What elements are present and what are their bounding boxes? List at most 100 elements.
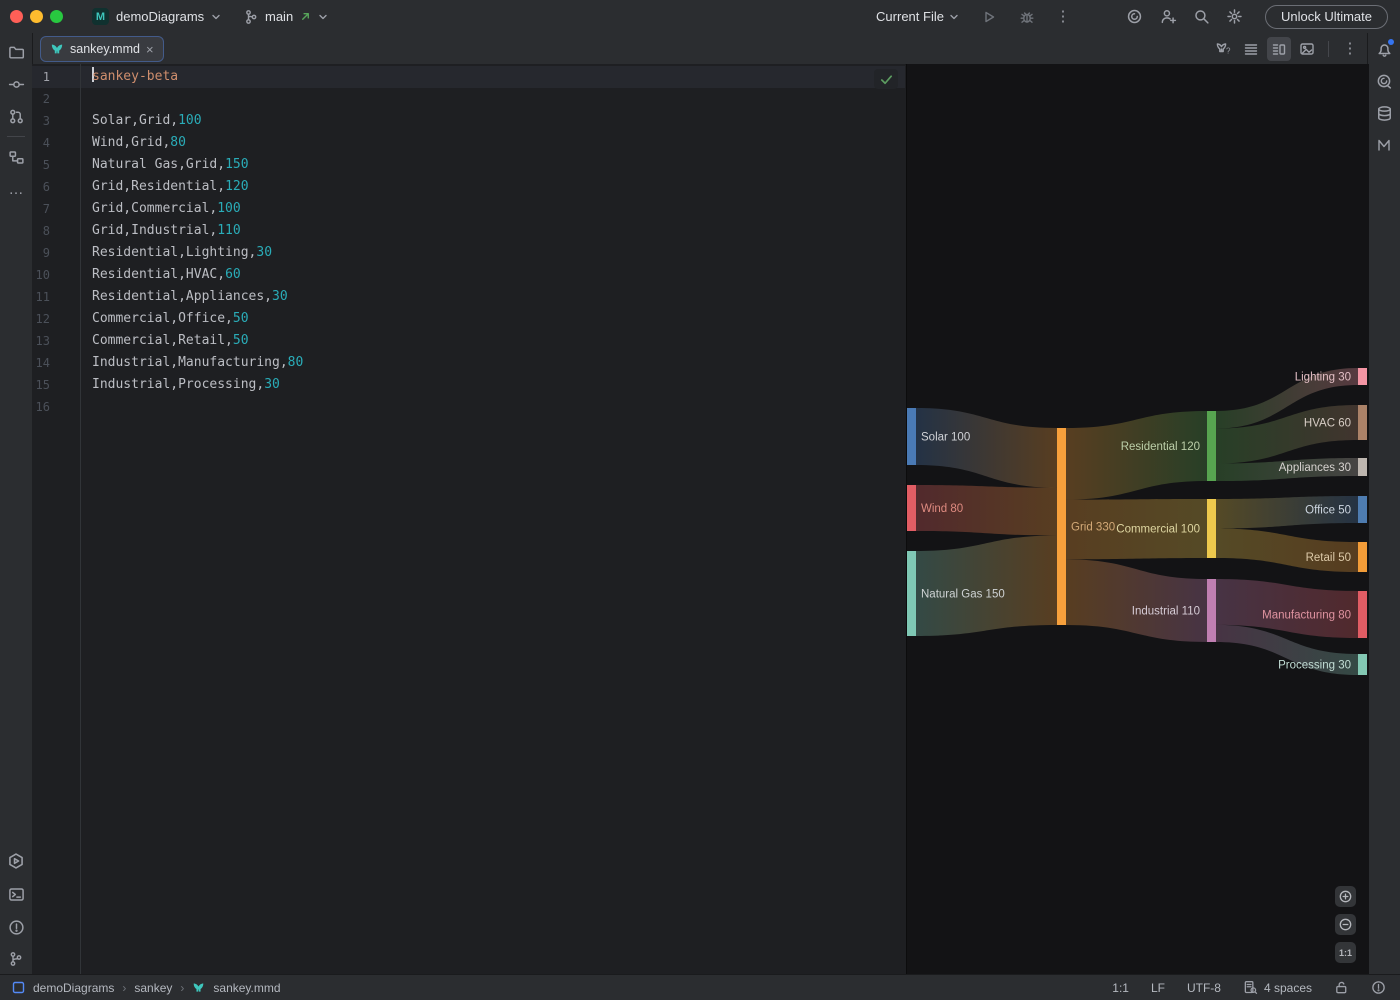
show-preview-only-button[interactable] bbox=[1295, 37, 1319, 61]
minimize-window-button[interactable] bbox=[30, 10, 43, 23]
caret-position-widget[interactable]: 1:1 bbox=[1112, 981, 1129, 995]
database-toolwindow-button[interactable] bbox=[1370, 99, 1398, 127]
code-line[interactable]: 14Industrial,Manufacturing,80 bbox=[32, 352, 905, 374]
project-toolwindow-button[interactable] bbox=[2, 38, 30, 66]
line-number: 5 bbox=[32, 154, 80, 176]
code-style-widget[interactable]: 4 spaces bbox=[1243, 980, 1312, 995]
gutter-separator bbox=[80, 64, 81, 975]
sankey-node bbox=[1358, 496, 1367, 523]
debug-button[interactable] bbox=[1015, 5, 1039, 29]
code-line[interactable]: 2 bbox=[32, 88, 905, 110]
inspections-widget[interactable] bbox=[874, 69, 898, 89]
code-line[interactable]: 9Residential,Lighting,30 bbox=[32, 242, 905, 264]
search-everywhere-button[interactable] bbox=[1190, 5, 1214, 29]
sankey-node-label: Office 50 bbox=[1305, 505, 1351, 517]
code-line[interactable]: 8Grid,Industrial,110 bbox=[32, 220, 905, 242]
code-line[interactable]: 10Residential,HVAC,60 bbox=[32, 264, 905, 286]
error-analysis-widget[interactable] bbox=[1371, 980, 1386, 995]
show-source-only-button[interactable] bbox=[1239, 37, 1263, 61]
zoom-in-button[interactable] bbox=[1335, 886, 1356, 907]
structure-toolwindow-button[interactable] bbox=[2, 143, 30, 171]
code-line[interactable]: 5Natural Gas,Grid,150 bbox=[32, 154, 905, 176]
show-split-editor-preview-button[interactable] bbox=[1267, 37, 1291, 61]
terminal-toolwindow-button[interactable] bbox=[2, 880, 30, 908]
folder-icon bbox=[8, 44, 25, 61]
code-line[interactable]: 7Grid,Commercial,100 bbox=[32, 198, 905, 220]
editor-options-button[interactable]: ⋮ bbox=[1338, 37, 1362, 61]
commit-icon bbox=[8, 76, 25, 93]
version-control-toolwindow-button[interactable] bbox=[2, 945, 30, 973]
stripe-divider bbox=[7, 136, 25, 137]
mermaid-file-icon bbox=[192, 981, 205, 994]
code-line[interactable]: 3Solar,Grid,100 bbox=[32, 110, 905, 132]
close-tab-icon[interactable]: × bbox=[146, 43, 154, 56]
run-button[interactable] bbox=[977, 5, 1001, 29]
titlebar: M demoDiagrams main Current File bbox=[0, 0, 1400, 33]
code-line[interactable]: 11Residential,Appliances,30 bbox=[32, 286, 905, 308]
code-line[interactable]: 1sankey-beta bbox=[32, 66, 905, 88]
code-line[interactable]: 15Industrial,Processing,30 bbox=[32, 374, 905, 396]
indent-inspect-icon bbox=[1243, 980, 1258, 995]
code-editor[interactable]: 1sankey-beta23Solar,Grid,1004Wind,Grid,8… bbox=[32, 64, 905, 975]
database-icon bbox=[1376, 105, 1393, 122]
mermaid-settings-button[interactable]: ? bbox=[1211, 37, 1235, 61]
sankey-node bbox=[1207, 499, 1216, 558]
structure-icon bbox=[8, 149, 25, 166]
ai-assistant-icon bbox=[1126, 8, 1143, 25]
sankey-node-label: Residential 120 bbox=[1121, 441, 1200, 453]
services-toolwindow-button[interactable] bbox=[2, 847, 30, 875]
line-number: 12 bbox=[32, 308, 80, 330]
unlock-icon bbox=[1334, 980, 1349, 995]
breadcrumb-project[interactable]: demoDiagrams bbox=[33, 981, 114, 995]
code-line[interactable]: 6Grid,Residential,120 bbox=[32, 176, 905, 198]
sankey-diagram: Solar 100Wind 80Natural Gas 150Grid 330R… bbox=[907, 64, 1369, 975]
ai-chat-toolwindow-button[interactable] bbox=[1370, 67, 1398, 95]
line-separator-widget[interactable]: LF bbox=[1151, 981, 1165, 995]
maximize-window-button[interactable] bbox=[50, 10, 63, 23]
unlock-ultimate-button[interactable]: Unlock Ultimate bbox=[1265, 5, 1388, 29]
project-logo-icon: M bbox=[92, 8, 109, 25]
sankey-node bbox=[1057, 428, 1066, 625]
more-run-actions-button[interactable]: ⋮ bbox=[1051, 5, 1075, 29]
sankey-node bbox=[1207, 579, 1216, 642]
sankey-node bbox=[1358, 405, 1367, 440]
more-toolwindows-button[interactable]: … bbox=[2, 175, 30, 203]
gear-icon bbox=[1226, 8, 1243, 25]
project-widget[interactable]: M demoDiagrams bbox=[92, 0, 221, 33]
statusbar: demoDiagrams › sankey › sankey.mmd 1:1 L… bbox=[0, 974, 1400, 1000]
svg-text:?: ? bbox=[1226, 47, 1231, 56]
problems-toolwindow-button[interactable] bbox=[2, 913, 30, 941]
mermaid-preview-pane[interactable]: Solar 100Wind 80Natural Gas 150Grid 330R… bbox=[906, 64, 1369, 975]
pull-requests-toolwindow-button[interactable] bbox=[2, 102, 30, 130]
code-with-me-button[interactable] bbox=[1157, 5, 1181, 29]
line-number: 14 bbox=[32, 352, 80, 374]
code-line[interactable]: 13Commercial,Retail,50 bbox=[32, 330, 905, 352]
commit-toolwindow-button[interactable] bbox=[2, 70, 30, 98]
breadcrumb-folder[interactable]: sankey bbox=[134, 981, 172, 995]
breadcrumb-file[interactable]: sankey.mmd bbox=[213, 981, 280, 995]
sankey-link bbox=[1216, 529, 1358, 573]
services-icon bbox=[7, 852, 25, 870]
ai-assistant-button[interactable] bbox=[1123, 5, 1147, 29]
line-number: 10 bbox=[32, 264, 80, 286]
zoom-reset-button[interactable]: 1:1 bbox=[1335, 942, 1356, 963]
sankey-link bbox=[1066, 559, 1207, 642]
editor-tabbar: sankey.mmd × ? bbox=[32, 33, 1368, 65]
code-line[interactable]: 4Wind,Grid,80 bbox=[32, 132, 905, 154]
line-number: 16 bbox=[32, 396, 80, 418]
run-configuration-selector[interactable]: Current File bbox=[876, 9, 959, 24]
encoding-widget[interactable]: UTF-8 bbox=[1187, 981, 1221, 995]
notifications-button[interactable] bbox=[1370, 35, 1398, 63]
close-window-button[interactable] bbox=[10, 10, 23, 23]
tab-sankey-mmd[interactable]: sankey.mmd × bbox=[40, 36, 164, 62]
terminal-icon bbox=[8, 886, 25, 903]
code-line[interactable]: 16 bbox=[32, 396, 905, 418]
tab-label: sankey.mmd bbox=[70, 42, 140, 56]
line-number: 6 bbox=[32, 176, 80, 198]
code-line[interactable]: 12Commercial,Office,50 bbox=[32, 308, 905, 330]
settings-button[interactable] bbox=[1223, 5, 1247, 29]
readonly-toggle-widget[interactable] bbox=[1334, 980, 1349, 995]
vcs-branch-widget[interactable]: main bbox=[243, 0, 328, 33]
mermaid-toolwindow-button[interactable] bbox=[1370, 131, 1398, 159]
zoom-out-button[interactable] bbox=[1335, 914, 1356, 935]
